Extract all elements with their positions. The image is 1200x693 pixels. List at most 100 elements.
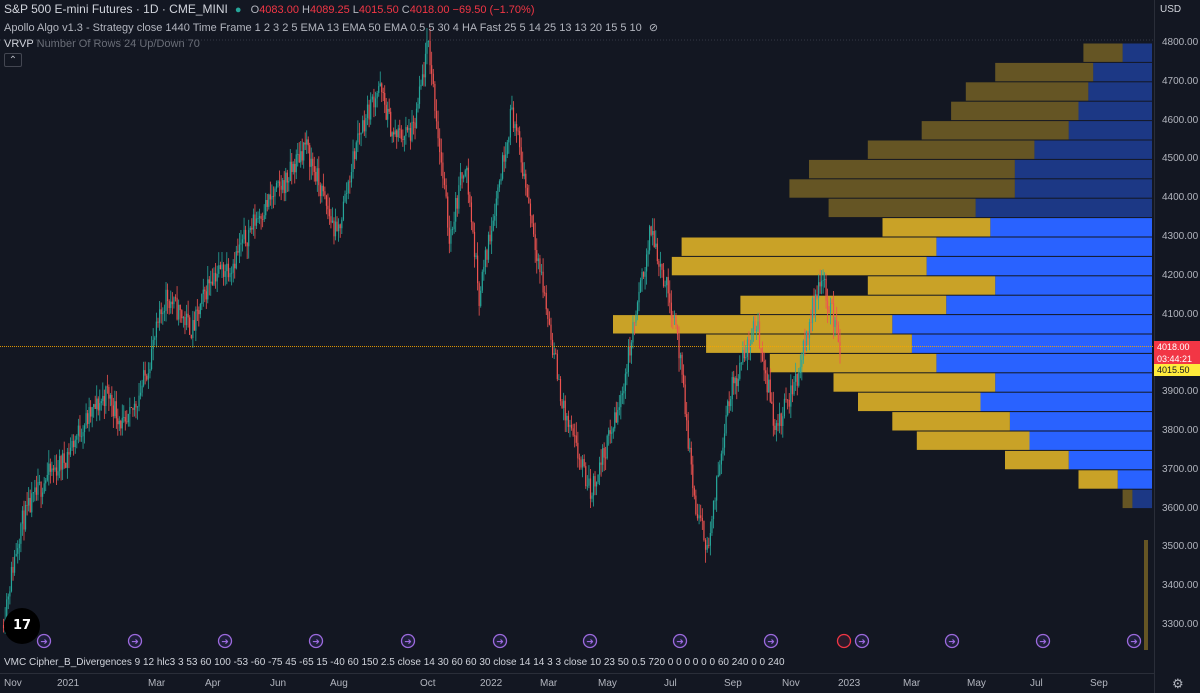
event-marker-glyph: ➜ [312, 638, 320, 648]
symbol-title[interactable]: S&P 500 E-mini Futures · 1D · CME_MINI [4, 2, 228, 16]
candle-body [589, 478, 592, 499]
currency-label[interactable]: USD [1160, 4, 1181, 15]
eye-hidden-icon[interactable]: ⊘ [649, 22, 658, 34]
candle-body [366, 104, 369, 118]
candle-body [480, 290, 482, 306]
candle-body [709, 533, 711, 546]
candle-body [755, 329, 758, 332]
candle-body [550, 324, 552, 340]
candle-body [687, 420, 689, 449]
candle-body [207, 279, 209, 300]
candle-body [807, 331, 809, 339]
candle-body [412, 121, 415, 123]
price-chart[interactable]: ➜ ➜ ➜ ➜ ➜ ➜ ➜ ➜ ➜ ➜ ➜ ➜ ➜ [0, 0, 1200, 693]
vp-up-bar [1068, 121, 1152, 140]
candle-body [672, 316, 674, 318]
candle-body [342, 201, 345, 220]
vp-up-bar [1088, 82, 1152, 101]
vp-up-bar [1034, 140, 1152, 159]
candle-body [93, 404, 95, 408]
candle-body [641, 272, 643, 281]
candle-body [443, 178, 446, 186]
settings-gear-icon[interactable]: ⚙ [1172, 676, 1184, 692]
apollo-indicator-legend[interactable]: Apollo Algo v1.3 - Strategy close 1440 T… [4, 21, 658, 35]
candle-body [580, 459, 582, 468]
candle-body [199, 303, 201, 315]
candle-body [719, 464, 721, 475]
candle-body [103, 395, 105, 406]
candle-body [51, 468, 53, 472]
candle-body [339, 224, 341, 229]
candle-body [102, 395, 104, 402]
candle-body [475, 255, 477, 257]
candle-body [498, 181, 501, 188]
candle-body [271, 196, 273, 200]
candle-body [21, 510, 24, 524]
candle-body [749, 344, 752, 351]
vp-up-bar [990, 218, 1152, 237]
candle-body [782, 416, 784, 427]
candle-body [117, 418, 119, 425]
candle-body [681, 354, 683, 375]
candle-body [585, 466, 587, 486]
candle-body [43, 483, 45, 493]
candle-body [455, 197, 457, 222]
vp-down-bar [921, 121, 1069, 140]
candle-body [387, 108, 389, 120]
candle-body [418, 86, 421, 104]
dividend-marker-icon [836, 633, 852, 649]
candle-body [771, 401, 773, 404]
candle-body [213, 272, 215, 285]
vrvp-legend[interactable]: VRVP Number Of Rows 24 Up/Down 70 [4, 37, 200, 51]
candle-body [28, 497, 30, 506]
candle-body [82, 432, 84, 437]
candle-body [614, 412, 616, 429]
vp-up-bar [995, 276, 1152, 295]
price-tick-label: 3500.00 [1162, 541, 1199, 553]
candle-body [828, 310, 830, 313]
candle-body [303, 142, 305, 161]
candle-body [295, 154, 297, 173]
tradingview-logo[interactable]: 17 [4, 608, 40, 644]
candle-body [447, 196, 449, 228]
collapse-legend-button[interactable]: ⌃ [4, 53, 22, 67]
candle-body [77, 425, 79, 436]
vp-up-bar [995, 373, 1152, 392]
time-tick-label: May [598, 678, 617, 689]
candle-body [778, 413, 781, 426]
candle-body [801, 359, 803, 368]
candle-body [257, 218, 259, 219]
candle-body [234, 263, 236, 269]
candle-body [712, 500, 715, 520]
candle-body [650, 226, 652, 235]
vp-down-bar [789, 179, 1015, 198]
candle-body [612, 428, 614, 433]
price-tick-label: 3600.00 [1162, 502, 1199, 514]
candle-body [517, 130, 519, 132]
candle-body [458, 185, 460, 209]
event-marker-glyph: ➜ [1039, 638, 1047, 648]
candle-body [49, 463, 51, 472]
candle-body [297, 154, 299, 156]
vp-up-bar [975, 198, 1152, 218]
candle-body [659, 264, 662, 267]
candle-body [703, 520, 705, 541]
candle-body [706, 545, 708, 550]
candle-body [536, 250, 538, 262]
candle-body [618, 407, 620, 410]
candle-body [757, 321, 759, 330]
close-value: 4018.00 [409, 4, 450, 16]
candle-body [173, 297, 175, 305]
candle-body [126, 421, 128, 423]
candle-body [664, 285, 666, 287]
candle-body [115, 401, 117, 419]
candle-body [730, 399, 732, 407]
candle-body [360, 132, 362, 135]
time-tick-label: 2022 [480, 678, 503, 689]
candle-body [572, 428, 574, 436]
candle-body [282, 180, 284, 190]
candle-body [748, 339, 750, 351]
vmc-indicator-legend[interactable]: VMC Cipher_B_Divergences 9 12 hlc3 3 53 … [4, 657, 785, 668]
time-tick-label: May [967, 678, 986, 689]
candle-body [307, 139, 309, 146]
